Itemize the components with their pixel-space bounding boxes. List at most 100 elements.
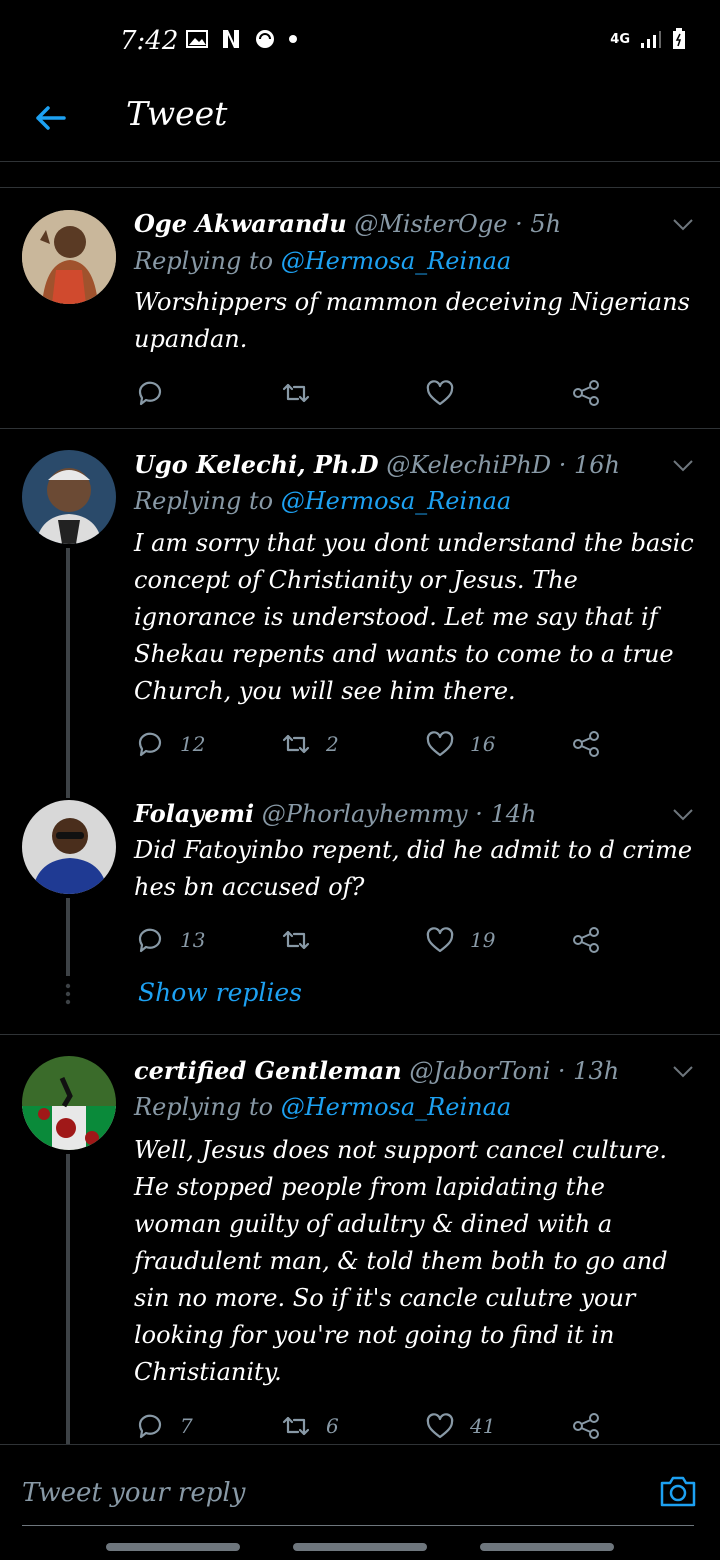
chevron-down-icon[interactable] [670, 211, 696, 237]
reply-button[interactable]: 7 [134, 1406, 193, 1446]
chevron-down-icon[interactable] [670, 801, 696, 827]
retweet-button[interactable] [280, 920, 326, 960]
share-button[interactable] [570, 724, 602, 764]
retweet-button[interactable] [280, 373, 326, 413]
reply-input[interactable] [22, 1473, 622, 1513]
author-handle: @JaborToni [409, 1057, 551, 1085]
share-icon [573, 731, 599, 757]
show-replies-link[interactable]: Show replies [138, 978, 302, 1007]
author-name[interactable]: certified Gentleman [134, 1056, 402, 1085]
tweet[interactable]: Oge Akwarandu @MisterOge · 5h Replying t… [0, 189, 720, 429]
avatar[interactable] [22, 210, 116, 304]
composer-underline [22, 1525, 694, 1526]
reply-icon [138, 381, 162, 406]
like-button[interactable]: 16 [424, 724, 495, 764]
nav-recent-button[interactable] [106, 1543, 240, 1551]
reply-button[interactable]: 13 [134, 920, 205, 960]
tweet-time: 5h [530, 210, 562, 238]
app-icon [256, 30, 274, 48]
nav-back-button[interactable] [480, 1543, 614, 1551]
network-type: 4G [610, 31, 630, 47]
retweet-icon [282, 734, 310, 754]
retweet-count: 2 [326, 732, 339, 756]
notification-icons [186, 28, 298, 50]
share-icon [573, 380, 599, 406]
replying-label: Replying to [134, 1093, 274, 1121]
signal-icon [641, 31, 661, 48]
author-name[interactable]: Oge Akwarandu [134, 209, 347, 238]
system-nav-bar [0, 1543, 720, 1560]
like-button[interactable] [424, 373, 470, 413]
replying-label: Replying to [134, 487, 274, 515]
share-icon [573, 927, 599, 953]
camera-icon[interactable] [658, 1471, 698, 1511]
avatar[interactable] [22, 800, 116, 894]
back-arrow-icon[interactable] [30, 98, 70, 138]
reply-composer [0, 1444, 720, 1560]
like-icon [426, 731, 454, 757]
tweet[interactable]: Folayemi @Phorlayhemmy · 14h Did Fatoyin… [0, 785, 720, 1035]
replying-to: Replying to @Hermosa_Reinaa [134, 247, 511, 275]
status-time: 7:42 [120, 26, 179, 56]
dot-icon [289, 35, 297, 43]
tweet-text: Worshippers of mammon deceiving Nigerian… [134, 288, 690, 353]
gallery-icon [186, 30, 208, 48]
author-name[interactable]: Folayemi [134, 799, 254, 828]
retweet-icon [282, 1416, 310, 1436]
status-bar: 7:42 4G [0, 0, 720, 80]
netflix-icon [223, 30, 239, 48]
reply-button[interactable]: 12 [134, 724, 205, 764]
tweet-header: Ugo Kelechi, Ph.D @KelechiPhD · 16h [134, 450, 620, 479]
author-handle: @KelechiPhD [386, 451, 552, 479]
retweet-button[interactable]: 2 [280, 724, 339, 764]
chevron-down-icon[interactable] [670, 452, 696, 478]
reply-count: 13 [180, 928, 206, 952]
thread-line [66, 1154, 70, 1444]
author-name[interactable]: Ugo Kelechi, Ph.D [134, 450, 379, 479]
page-title: Tweet [126, 94, 228, 133]
tweet-text: Well, Jesus does not support cancel cult… [134, 1136, 668, 1386]
like-count: 41 [470, 1414, 496, 1438]
tweet-actions: 7 6 41 [134, 1406, 614, 1446]
tweet-actions: 12 2 16 [134, 724, 614, 764]
tweet-header: Oge Akwarandu @MisterOge · 5h [134, 209, 562, 238]
tweet-actions: 13 19 [134, 920, 614, 960]
retweet-icon [282, 383, 310, 403]
tweet[interactable]: Ugo Kelechi, Ph.D @KelechiPhD · 16h Repl… [0, 430, 720, 798]
nav-home-button[interactable] [293, 1543, 427, 1551]
like-icon [426, 1413, 454, 1439]
reply-icon [138, 1414, 162, 1439]
header: Tweet [0, 80, 720, 162]
avatar[interactable] [22, 1056, 116, 1150]
tweet-text: I am sorry that you dont understand the … [134, 529, 694, 705]
replying-to: Replying to @Hermosa_Reinaa [134, 1093, 511, 1121]
tweet-actions [134, 373, 614, 413]
avatar[interactable] [22, 450, 116, 544]
tweet-text: Did Fatoyinbo repent, did he admit to d … [134, 836, 693, 901]
chevron-down-icon[interactable] [670, 1058, 696, 1084]
share-button[interactable] [570, 1406, 602, 1446]
like-count: 16 [470, 732, 496, 756]
like-button[interactable]: 41 [424, 1406, 495, 1446]
share-icon [573, 1413, 599, 1439]
tweet-time: 16h [573, 451, 620, 479]
author-handle: @Phorlayhemmy [261, 800, 468, 828]
system-icons: 4G [610, 28, 686, 50]
thread-line [66, 548, 70, 798]
replying-to-handle[interactable]: @Hermosa_Reinaa [281, 1093, 511, 1121]
like-button[interactable]: 19 [424, 920, 495, 960]
replying-to-handle[interactable]: @Hermosa_Reinaa [281, 487, 511, 515]
replying-label: Replying to [134, 247, 274, 275]
tweet[interactable]: certified Gentleman @JaborToni · 13h Rep… [0, 1036, 720, 1444]
tweet-header: Folayemi @Phorlayhemmy · 14h [134, 799, 537, 828]
tweet-time: 13h [573, 1057, 620, 1085]
battery-icon [673, 28, 685, 49]
share-button[interactable] [570, 920, 602, 960]
like-count: 19 [470, 928, 496, 952]
retweet-button[interactable]: 6 [280, 1406, 339, 1446]
thread-dots [65, 983, 71, 1005]
reply-button[interactable] [134, 373, 180, 413]
replying-to-handle[interactable]: @Hermosa_Reinaa [281, 247, 511, 275]
tweet-time: 14h [490, 800, 537, 828]
share-button[interactable] [570, 373, 602, 413]
